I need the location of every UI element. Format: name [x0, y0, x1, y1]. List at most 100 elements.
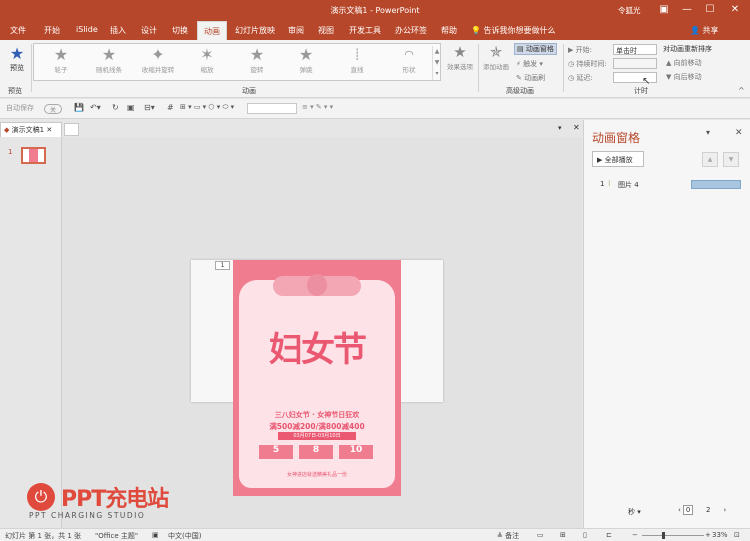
effect-shrink-turn[interactable]: ✦ 收缩并旋转 [131, 46, 185, 80]
start-label: ▶ 开始: [568, 45, 592, 55]
delay-field[interactable] [613, 72, 657, 83]
animation-painter-button[interactable]: ✎ 动画刷 [516, 73, 545, 83]
tab-home[interactable]: 开始 [44, 25, 60, 36]
gallery-scroll[interactable]: ▲ ▼ ▾ [432, 46, 441, 80]
tab-help[interactable]: 帮助 [441, 25, 457, 36]
poster-line2: 满500减200/满800减400 [269, 422, 365, 431]
normal-view-icon[interactable]: ▭ [537, 531, 544, 539]
add-animation-button[interactable]: ✯ 添加动画 [481, 43, 511, 71]
slideshow-icon[interactable]: ⊏ [606, 531, 612, 539]
language[interactable]: 中文(中国) [168, 531, 201, 541]
move-up-button[interactable]: ▲ [702, 152, 718, 167]
effect-options-button[interactable]: ★ 效果选项 [445, 43, 475, 71]
close-doc-icon[interactable]: ✕ [573, 123, 580, 132]
proof-icon[interactable]: ▣ [152, 531, 159, 539]
start-select[interactable]: 单击时 [613, 44, 657, 55]
minimize-button[interactable]: — [680, 3, 694, 17]
undo-icon[interactable]: ↶▾ [90, 103, 101, 112]
reading-view-icon[interactable]: ▯ [583, 531, 587, 539]
slide-thumbnail-pane: 1 [0, 137, 62, 528]
triangle-down-icon: ▼ [666, 73, 672, 81]
notes-button[interactable]: ≜ 备注 [497, 531, 519, 541]
group-preview-label: 预览 [8, 87, 22, 95]
effect-bounce[interactable]: ★ 弹跳 [279, 46, 333, 80]
preview-button[interactable]: ★ 预览 [6, 44, 28, 73]
tab-islide[interactable]: iSlide [76, 25, 98, 34]
save-icon[interactable]: 💾 [74, 103, 84, 112]
tell-me-box[interactable]: 💡 告诉我你想要做什么 [471, 25, 556, 36]
zoom-out-icon[interactable]: − [632, 531, 638, 539]
slide-thumbnail[interactable] [21, 147, 46, 164]
zoom-in-icon[interactable]: + [705, 531, 711, 539]
tab-insert[interactable]: 插入 [110, 25, 126, 36]
move-down-button[interactable]: ▼ [723, 152, 739, 167]
tab-slideshow[interactable]: 幻灯片放映 [235, 25, 275, 36]
tab-view[interactable]: 视图 [318, 25, 334, 36]
pane-options-icon[interactable]: ▾ [706, 128, 710, 137]
zoom-level[interactable]: 33% [712, 531, 728, 539]
zoom-slider[interactable] [642, 535, 704, 536]
tab-office-tabs[interactable]: 办公环签 [395, 25, 427, 36]
share-button[interactable]: 👤 共享 [690, 25, 719, 36]
tab-developer[interactable]: 开发工具 [349, 25, 381, 36]
slide-sorter-icon[interactable]: ⊞ [560, 531, 566, 539]
move-earlier-button[interactable]: ▲ 向前移动 [666, 58, 702, 68]
close-icon[interactable]: ✕ [46, 126, 52, 134]
poster-image[interactable]: 妇女节 三八妇女节 · 女神节日狂欢 满500减200/满800减400 03月… [233, 260, 401, 496]
zoom-thumb[interactable] [662, 532, 665, 539]
font-size-box[interactable] [247, 103, 297, 114]
doc-tab[interactable]: ◆ 演示文稿1 ✕ [0, 122, 62, 137]
duration-field[interactable] [613, 58, 657, 69]
user-name[interactable]: 令狐光 [618, 5, 641, 16]
item-index: 1 [600, 180, 605, 188]
move-later-button[interactable]: ▼ 向后移动 [666, 72, 702, 82]
effect-lines[interactable]: ┊ 直线 [330, 46, 384, 80]
shape-tools[interactable]: ⊞ ▾ ▭ ▾ ⬡ ▾ ⬭ ▾ [180, 103, 234, 112]
start-value: 单击时 [616, 47, 637, 55]
tab-design[interactable]: 设计 [141, 25, 157, 36]
new-tab-button[interactable] [64, 123, 79, 136]
collapse-ribbon-icon[interactable]: ^ [738, 86, 745, 95]
start-from-beginning-icon[interactable]: ▣ [127, 103, 135, 112]
effect-random-bars[interactable]: ★ 随机线条 [82, 46, 136, 80]
line-tools[interactable]: ≡ ▾ ✎ ▾ ▾ [302, 103, 333, 111]
ribbon-display-options-icon[interactable]: ▣ [657, 3, 671, 17]
timeline-zoom[interactable]: ‹ 0 2 › [678, 505, 726, 515]
redo-icon[interactable]: ↻ [112, 103, 119, 112]
format-icon[interactable]: ⊟▾ [144, 103, 155, 112]
grid-icon[interactable]: # [167, 103, 174, 112]
effect-swivel[interactable]: ★ 旋转 [230, 46, 284, 80]
star-play-icon: ★ [9, 44, 25, 63]
seconds-dropdown[interactable]: 秒 ▾ [628, 507, 641, 517]
tab-animations[interactable]: 动画 [197, 21, 227, 40]
effect-wheel[interactable]: ★ 轮子 [34, 46, 88, 80]
lightning-icon: ⚡ [516, 60, 521, 68]
star-icon: ✶ [200, 45, 214, 64]
maximize-button[interactable]: ☐ [703, 3, 717, 17]
animation-pane-button[interactable]: ▤ 动画窗格 [514, 43, 557, 55]
effect-zoom[interactable]: ✶ 缩放 [180, 46, 234, 80]
coupon-3: 10 [339, 445, 373, 459]
tab-review[interactable]: 审阅 [288, 25, 304, 36]
close-button[interactable]: ✕ [728, 3, 742, 17]
group-timing-label: 计时 [634, 87, 648, 95]
triangle-up-icon: ▲ [666, 59, 672, 67]
tab-file[interactable]: 文件 [10, 25, 26, 36]
trigger-button[interactable]: ⚡ 触发 ▾ [516, 59, 543, 69]
effect-shapes[interactable]: ◠ 形状 [382, 46, 436, 80]
scroll-left-icon[interactable]: ‹ [678, 506, 681, 514]
effect-label: 直线 [350, 66, 364, 74]
tab-list-icon[interactable]: ▾ [558, 124, 562, 132]
tab-transitions[interactable]: 切换 [172, 25, 188, 36]
timeline-bar[interactable] [691, 180, 741, 189]
animation-item[interactable]: 1 ⁝ 图片 4 [584, 178, 750, 192]
scroll-right-icon[interactable]: › [724, 506, 727, 514]
autosave-toggle[interactable]: 关 [44, 104, 62, 114]
star-icon: ✦ [151, 45, 165, 64]
fit-slide-icon[interactable]: ⊡ [734, 531, 740, 539]
share-label: 共享 [702, 26, 719, 35]
play-all-button[interactable]: ▶ 全部播放 [592, 151, 644, 167]
poster-title: 妇女节 [269, 330, 367, 370]
pane-close-icon[interactable]: ✕ [735, 128, 743, 138]
star-icon: ★ [249, 45, 265, 64]
